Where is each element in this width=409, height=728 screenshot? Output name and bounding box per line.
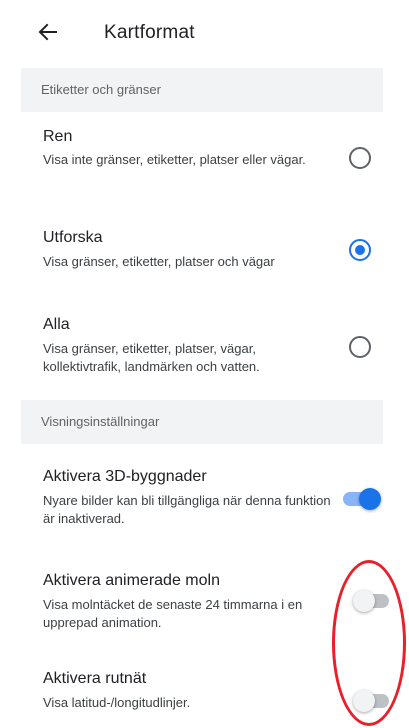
section-header-labels: Etiketter och gränser — [21, 68, 383, 112]
toggle-thumb — [359, 488, 381, 510]
map-style-option-utforska[interactable]: Utforska Visa gränser, etiketter, platse… — [21, 208, 383, 296]
app-bar: Kartformat — [0, 0, 409, 68]
setting-grid[interactable]: Aktivera rutnät Visa latitud-/longitudli… — [21, 646, 389, 728]
map-style-description: Visa gränser, etiketter, platser och väg… — [43, 254, 275, 269]
radio-ren[interactable] — [349, 147, 371, 169]
setting-title: Aktivera 3D-byggnader — [43, 468, 207, 485]
arrow-back-icon — [38, 23, 57, 41]
annotation-ellipse — [332, 560, 406, 726]
toggle-3d-buildings[interactable] — [341, 486, 381, 510]
section-header-display-text: Visningsinställningar — [41, 414, 160, 429]
map-style-description: Visa gränser, etiketter, platser, vägar,… — [43, 341, 260, 374]
section-header-labels-text: Etiketter och gränser — [41, 82, 161, 97]
radio-selected-dot — [355, 245, 365, 255]
map-style-description: Visa inte gränser, etiketter, platser el… — [43, 152, 306, 167]
setting-3d-buildings[interactable]: Aktivera 3D-byggnader Nyare bilder kan b… — [21, 444, 383, 562]
back-button[interactable] — [30, 14, 66, 50]
map-style-title: Ren — [43, 128, 73, 145]
radio-utforska[interactable] — [349, 239, 371, 261]
map-style-option-ren[interactable]: Ren Visa inte gränser, etiketter, platse… — [21, 112, 383, 208]
setting-title: Aktivera rutnät — [43, 670, 147, 687]
setting-description: Visa latitud-/longitudlinjer. — [43, 695, 191, 710]
map-style-title: Utforska — [43, 229, 103, 246]
setting-description: Visa molntäcket de senaste 24 timmarna i… — [43, 597, 303, 630]
map-style-option-alla[interactable]: Alla Visa gränser, etiketter, platser, v… — [21, 296, 383, 400]
map-style-title: Alla — [43, 316, 70, 333]
setting-description: Nyare bilder kan bli tillgängliga när de… — [43, 493, 331, 526]
setting-title: Aktivera animerade moln — [43, 572, 220, 589]
section-header-display: Visningsinställningar — [21, 400, 383, 444]
radio-alla[interactable] — [349, 336, 371, 358]
setting-animated-clouds[interactable]: Aktivera animerade moln Visa molntäcket … — [21, 562, 389, 646]
page-title: Kartformat — [104, 22, 195, 43]
